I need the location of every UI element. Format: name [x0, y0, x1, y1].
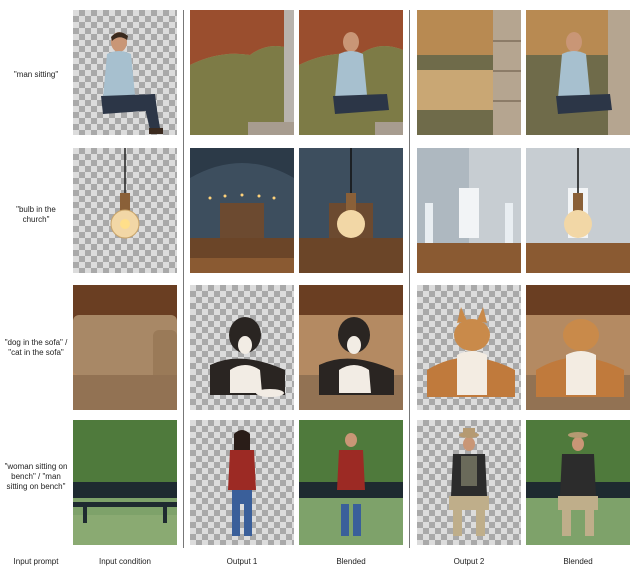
- col-label-output-1: Output 1: [226, 557, 258, 566]
- col-label-input-prompt: Input prompt: [13, 557, 59, 566]
- row1-blended-1: [299, 10, 403, 135]
- col-label-blended-2: Blended: [563, 557, 593, 566]
- man-sitting-figure: [101, 32, 163, 134]
- row2-output-1: [190, 148, 294, 273]
- woman-bench-blend: [299, 420, 403, 545]
- canyon-scene: [190, 10, 294, 135]
- row1-output-1: [190, 10, 294, 135]
- row4-blended-2: [526, 420, 630, 545]
- old-man-figure: [449, 428, 489, 536]
- row2-output-2: [417, 148, 521, 273]
- dog-figure: [210, 317, 285, 397]
- stone-river-scene: [417, 10, 521, 135]
- light-bulb: [110, 148, 140, 239]
- dog-sofa-blend: [299, 285, 403, 410]
- prompt-row-1: "man sitting": [13, 70, 59, 79]
- man-bench-blend: [526, 420, 630, 545]
- prompt-row-3: "dog in the sofa" / "cat in the sofa": [4, 338, 68, 357]
- row3-output-1: [190, 285, 294, 410]
- row2-input-condition: [73, 148, 177, 273]
- col-label-output-2: Output 2: [453, 557, 485, 566]
- row4-output-1: [190, 420, 294, 545]
- park-bench: [73, 420, 177, 545]
- row2-blended-1: [299, 148, 403, 273]
- row1-input-condition: [73, 10, 177, 135]
- row3-output-2: [417, 285, 521, 410]
- church-interior-bright: [417, 148, 521, 273]
- church-interior-warm: [190, 148, 294, 273]
- prompt-row-2: "bulb in the church": [16, 205, 56, 224]
- cat-sofa-blend: [526, 285, 630, 410]
- bulb-church-blend-2: [526, 148, 630, 273]
- divider-1: [183, 10, 184, 548]
- prompt-row-4: "woman sitting on bench" / "man sitting …: [4, 462, 68, 491]
- row3-blended-2: [526, 285, 630, 410]
- col-label-input-condition: Input condition: [98, 557, 152, 566]
- man-canyon-blend: [299, 10, 403, 135]
- man-stone-blend: [526, 10, 630, 135]
- row1-output-2: [417, 10, 521, 135]
- bulb-church-blend-1: [299, 148, 403, 273]
- row4-input-condition: [73, 420, 177, 545]
- divider-2: [409, 10, 410, 548]
- woman-figure: [228, 430, 256, 536]
- row1-blended-2: [526, 10, 630, 135]
- col-label-blended-1: Blended: [336, 557, 366, 566]
- row3-blended-1: [299, 285, 403, 410]
- cat-figure: [427, 307, 515, 397]
- row3-input-condition: [73, 285, 177, 410]
- row4-blended-1: [299, 420, 403, 545]
- sofa: [73, 285, 177, 410]
- row2-blended-2: [526, 148, 630, 273]
- row4-output-2: [417, 420, 521, 545]
